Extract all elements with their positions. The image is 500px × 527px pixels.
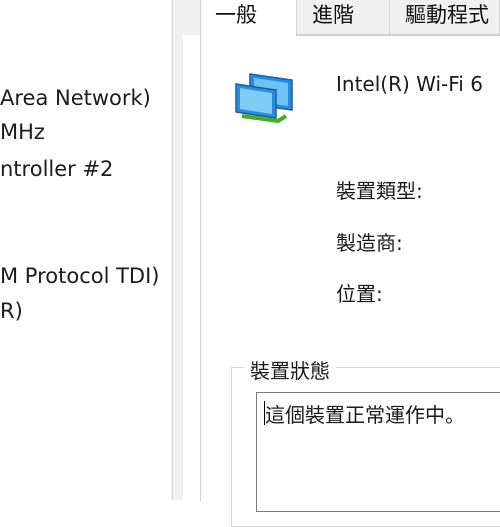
- device-type-label: 裝置類型:: [336, 179, 423, 203]
- device-status-textbox[interactable]: 這個裝置正常運作中。: [256, 392, 500, 512]
- device-list-item[interactable]: R): [0, 299, 23, 323]
- location-label: 位置:: [336, 282, 383, 306]
- device-list-item[interactable]: Area Network): [0, 86, 151, 110]
- device-status-title: 裝置狀態: [244, 355, 336, 384]
- tab-general[interactable]: 一般: [200, 0, 297, 36]
- window-divider: [171, 0, 183, 500]
- tab-advanced[interactable]: 進階: [297, 0, 390, 35]
- device-list-item[interactable]: ntroller #2: [0, 157, 113, 181]
- tab-driver[interactable]: 驅動程式: [390, 0, 500, 35]
- device-name: Intel(R) Wi-Fi 6: [336, 72, 483, 96]
- tab-strip: 一般 進階 驅動程式: [183, 0, 500, 36]
- device-list-pane: Area Network) MHz ntroller #2 M Protocol…: [0, 0, 171, 500]
- device-list-item[interactable]: MHz: [0, 120, 45, 144]
- device-status-text: 這個裝置正常運作中。: [265, 403, 465, 427]
- device-list-item[interactable]: M Protocol TDI): [0, 264, 159, 288]
- network-adapter-icon: [235, 73, 293, 124]
- manufacturer-label: 製造商:: [336, 231, 403, 255]
